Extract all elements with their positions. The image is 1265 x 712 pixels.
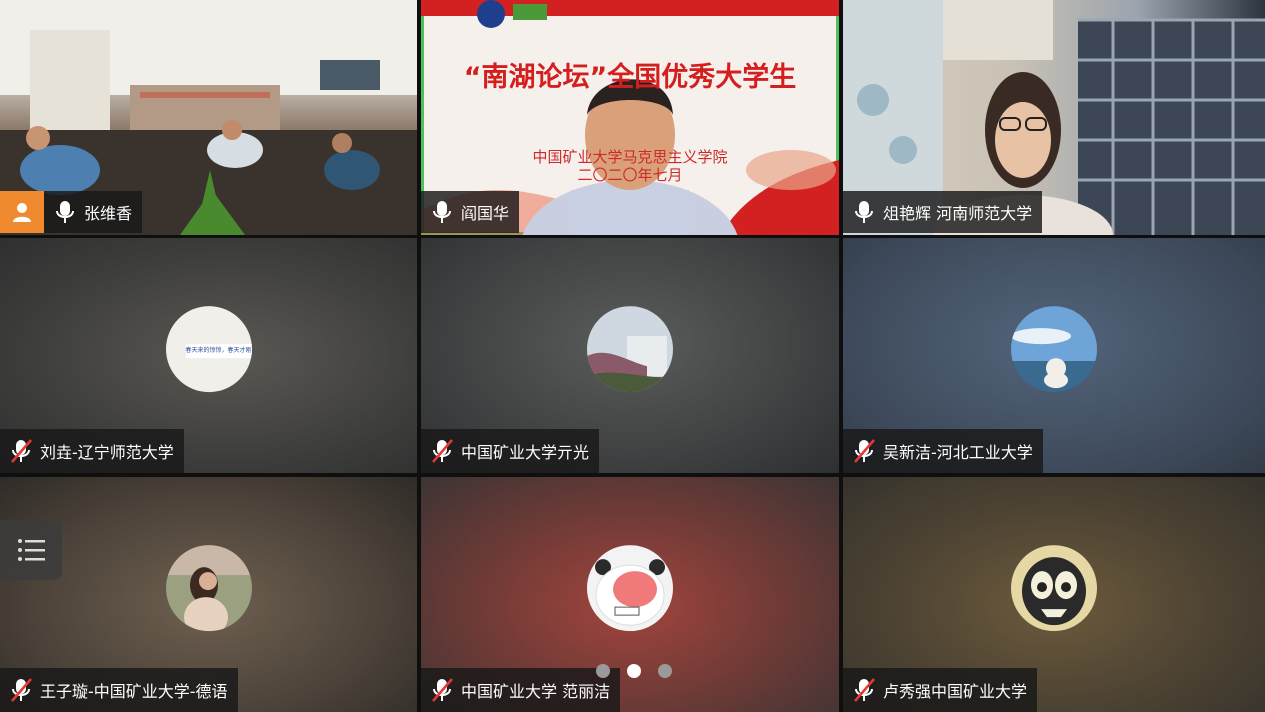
participant-label: 卢秀强中国矿业大学 bbox=[843, 668, 1038, 712]
muted-microphone-icon bbox=[432, 678, 453, 702]
microphone-icon bbox=[855, 201, 873, 223]
person-icon bbox=[13, 203, 31, 222]
video-tile-2[interactable]: “南湖论坛”全国优秀大学生 中国矿业大学马克思主义学院 二〇二〇年七月 阎国华 bbox=[421, 0, 839, 235]
muted-microphone-icon bbox=[11, 439, 32, 463]
participant-label: 阎国华 bbox=[421, 191, 520, 233]
participant-avatar bbox=[587, 305, 673, 392]
host-badge bbox=[0, 191, 44, 233]
participant-name: 中国矿业大学 范丽洁 bbox=[461, 682, 611, 701]
participant-avatar bbox=[1011, 305, 1097, 392]
list-icon bbox=[18, 539, 45, 561]
video-tile-7[interactable]: 王子璇-中国矿业大学-德语 bbox=[0, 477, 417, 712]
participant-name: 卢秀强中国矿业大学 bbox=[883, 682, 1028, 701]
participant-name: 中国矿业大学亓光 bbox=[461, 443, 590, 462]
page-dot-1[interactable] bbox=[596, 664, 610, 678]
video-tile-5[interactable]: 中国矿业大学亓光 bbox=[421, 238, 839, 473]
muted-microphone-icon bbox=[432, 439, 453, 463]
muted-microphone-icon bbox=[11, 678, 32, 702]
participant-name: 阎国华 bbox=[461, 204, 510, 223]
participant-name: 俎艳辉 河南师范大学 bbox=[883, 204, 1033, 223]
banner-date: 二〇二〇年七月 bbox=[577, 166, 683, 184]
participant-label: 吴新洁-河北工业大学 bbox=[843, 429, 1043, 473]
video-tile-1[interactable]: 张维香 bbox=[0, 0, 417, 235]
participant-label: 中国矿业大学亓光 bbox=[421, 429, 600, 473]
participant-name: 刘垚-辽宁师范大学 bbox=[40, 443, 174, 462]
participant-name: 吴新洁-河北工业大学 bbox=[883, 443, 1033, 462]
video-tile-4[interactable]: 春天来的惊惊，春天才刚到达 刘垚-辽宁师范大学 bbox=[0, 238, 417, 473]
microphone-icon bbox=[433, 201, 451, 223]
microphone-icon bbox=[56, 201, 74, 223]
page-indicator bbox=[596, 664, 672, 678]
participant-list-button[interactable] bbox=[0, 520, 62, 580]
participant-label: 中国矿业大学 范丽洁 bbox=[421, 668, 621, 712]
participant-name: 王子璇-中国矿业大学-德语 bbox=[40, 682, 228, 701]
avatar-text: 春天来的惊惊，春天才刚到达 bbox=[185, 346, 252, 354]
participant-avatar: 春天来的惊惊，春天才刚到达 bbox=[165, 305, 252, 392]
participant-avatar bbox=[1011, 544, 1097, 631]
participant-label: 张维香 bbox=[44, 191, 143, 233]
participant-label: 王子璇-中国矿业大学-德语 bbox=[0, 668, 238, 712]
page-dot-2[interactable] bbox=[627, 664, 641, 678]
participant-label: 刘垚-辽宁师范大学 bbox=[0, 429, 184, 473]
video-grid: 张维香 “南湖论坛”全国优秀大学生 中国矿业大学马克思主义学院 二〇二〇年七月 … bbox=[0, 0, 1265, 712]
banner-title: “南湖论坛”全国优秀大学生 bbox=[463, 62, 797, 93]
participant-name: 张维香 bbox=[84, 204, 133, 223]
participant-avatar bbox=[587, 544, 673, 631]
participant-avatar bbox=[165, 544, 252, 631]
video-tile-9[interactable]: 卢秀强中国矿业大学 bbox=[843, 477, 1265, 712]
muted-microphone-icon bbox=[854, 678, 875, 702]
participant-label: 俎艳辉 河南师范大学 bbox=[843, 191, 1043, 233]
muted-microphone-icon bbox=[854, 439, 875, 463]
video-tile-6[interactable]: 吴新洁-河北工业大学 bbox=[843, 238, 1265, 473]
video-tile-3[interactable]: 俎艳辉 河南师范大学 bbox=[843, 0, 1265, 235]
page-dot-3[interactable] bbox=[658, 664, 672, 678]
